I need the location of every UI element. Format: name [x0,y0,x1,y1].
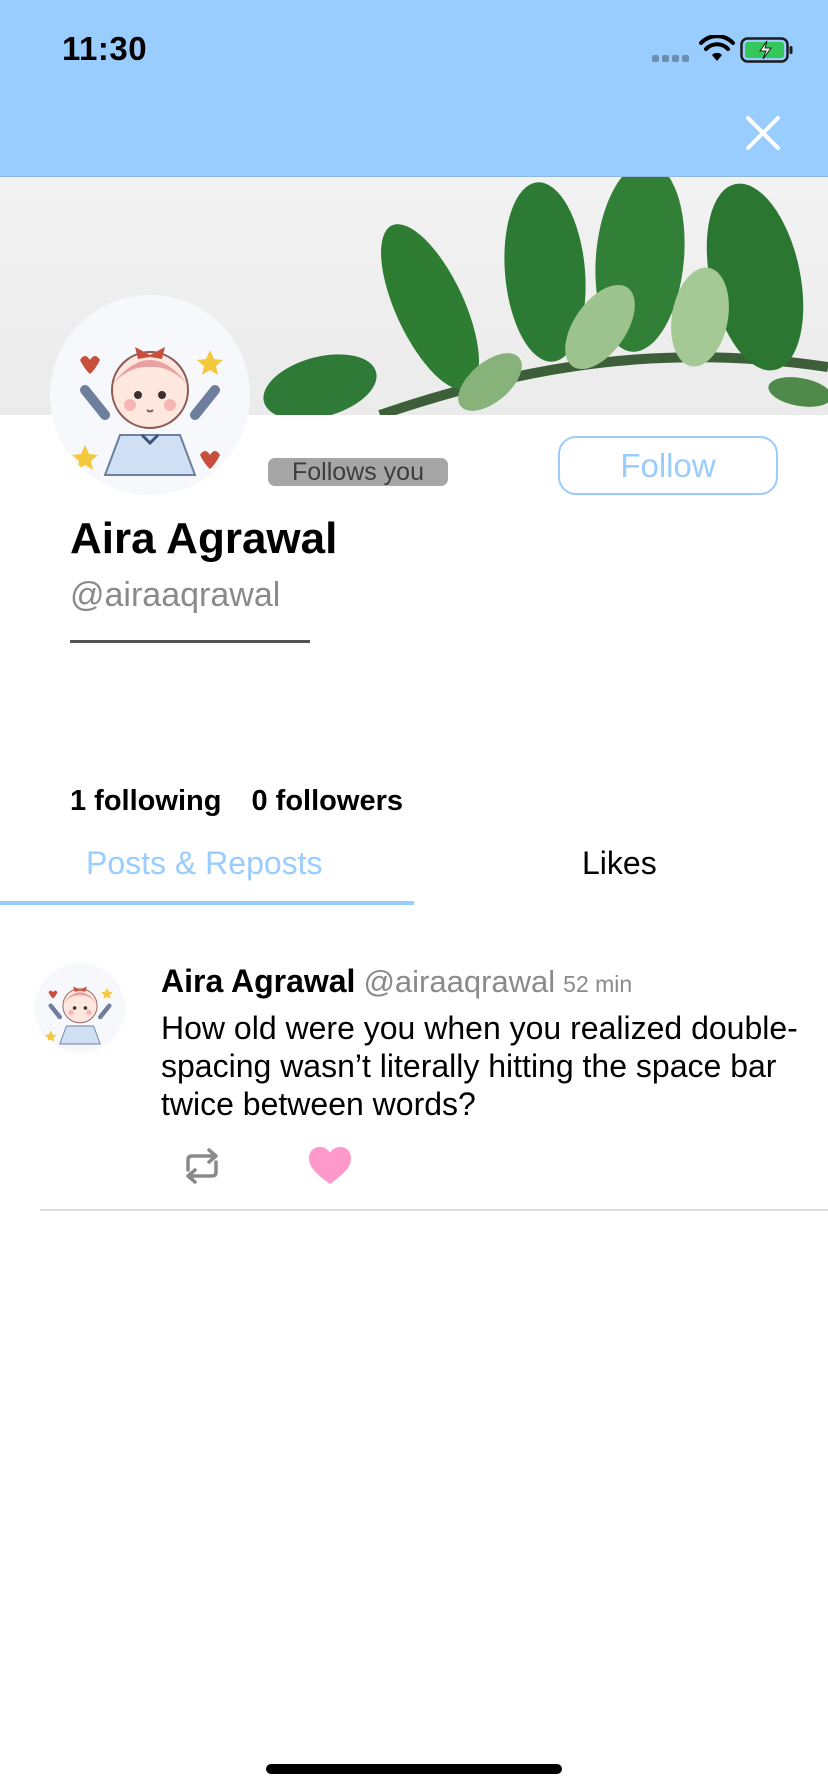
close-icon[interactable] [742,112,784,154]
profile-handle: @airaaqrawal [70,576,281,614]
followers-count[interactable]: 0 followers [252,785,404,817]
handle-divider [70,640,310,643]
post-header: Aira Agrawal @airaaqrawal 52 min [161,963,632,1000]
following-count[interactable]: 1 following [70,785,221,817]
profile-stats: 1 following 0 followers [70,785,425,818]
heart-icon[interactable] [308,1146,352,1186]
repost-icon[interactable] [180,1148,224,1184]
cellular-signal-icon [652,55,692,63]
top-bar: 11:30 [0,0,828,177]
active-tab-indicator [0,901,414,905]
status-time: 11:30 [62,30,148,67]
avatar-illustration [35,963,125,1053]
post-body-text: How old were you when you realized doubl… [161,1010,798,1122]
profile-avatar[interactable] [50,295,250,495]
post-divider [40,1209,828,1211]
home-indicator[interactable] [266,1764,562,1774]
post-author-handle[interactable]: @airaaqrawal [363,964,555,999]
profile-display-name: Aira Agrawal [70,514,338,563]
post-author-avatar[interactable] [35,963,125,1053]
post-author-name[interactable]: Aira Agrawal [161,963,355,999]
tab-posts-and-reposts[interactable]: Posts & Reposts [86,845,323,882]
avatar-illustration [50,295,250,495]
wifi-icon [699,35,735,61]
post-timestamp: 52 min [563,971,633,997]
follow-button[interactable]: Follow [558,436,778,495]
follows-you-badge: Follows you [268,458,448,486]
profile-tabs: Posts & Reposts Likes [0,845,828,905]
tab-likes[interactable]: Likes [582,845,657,882]
battery-icon [740,37,793,63]
